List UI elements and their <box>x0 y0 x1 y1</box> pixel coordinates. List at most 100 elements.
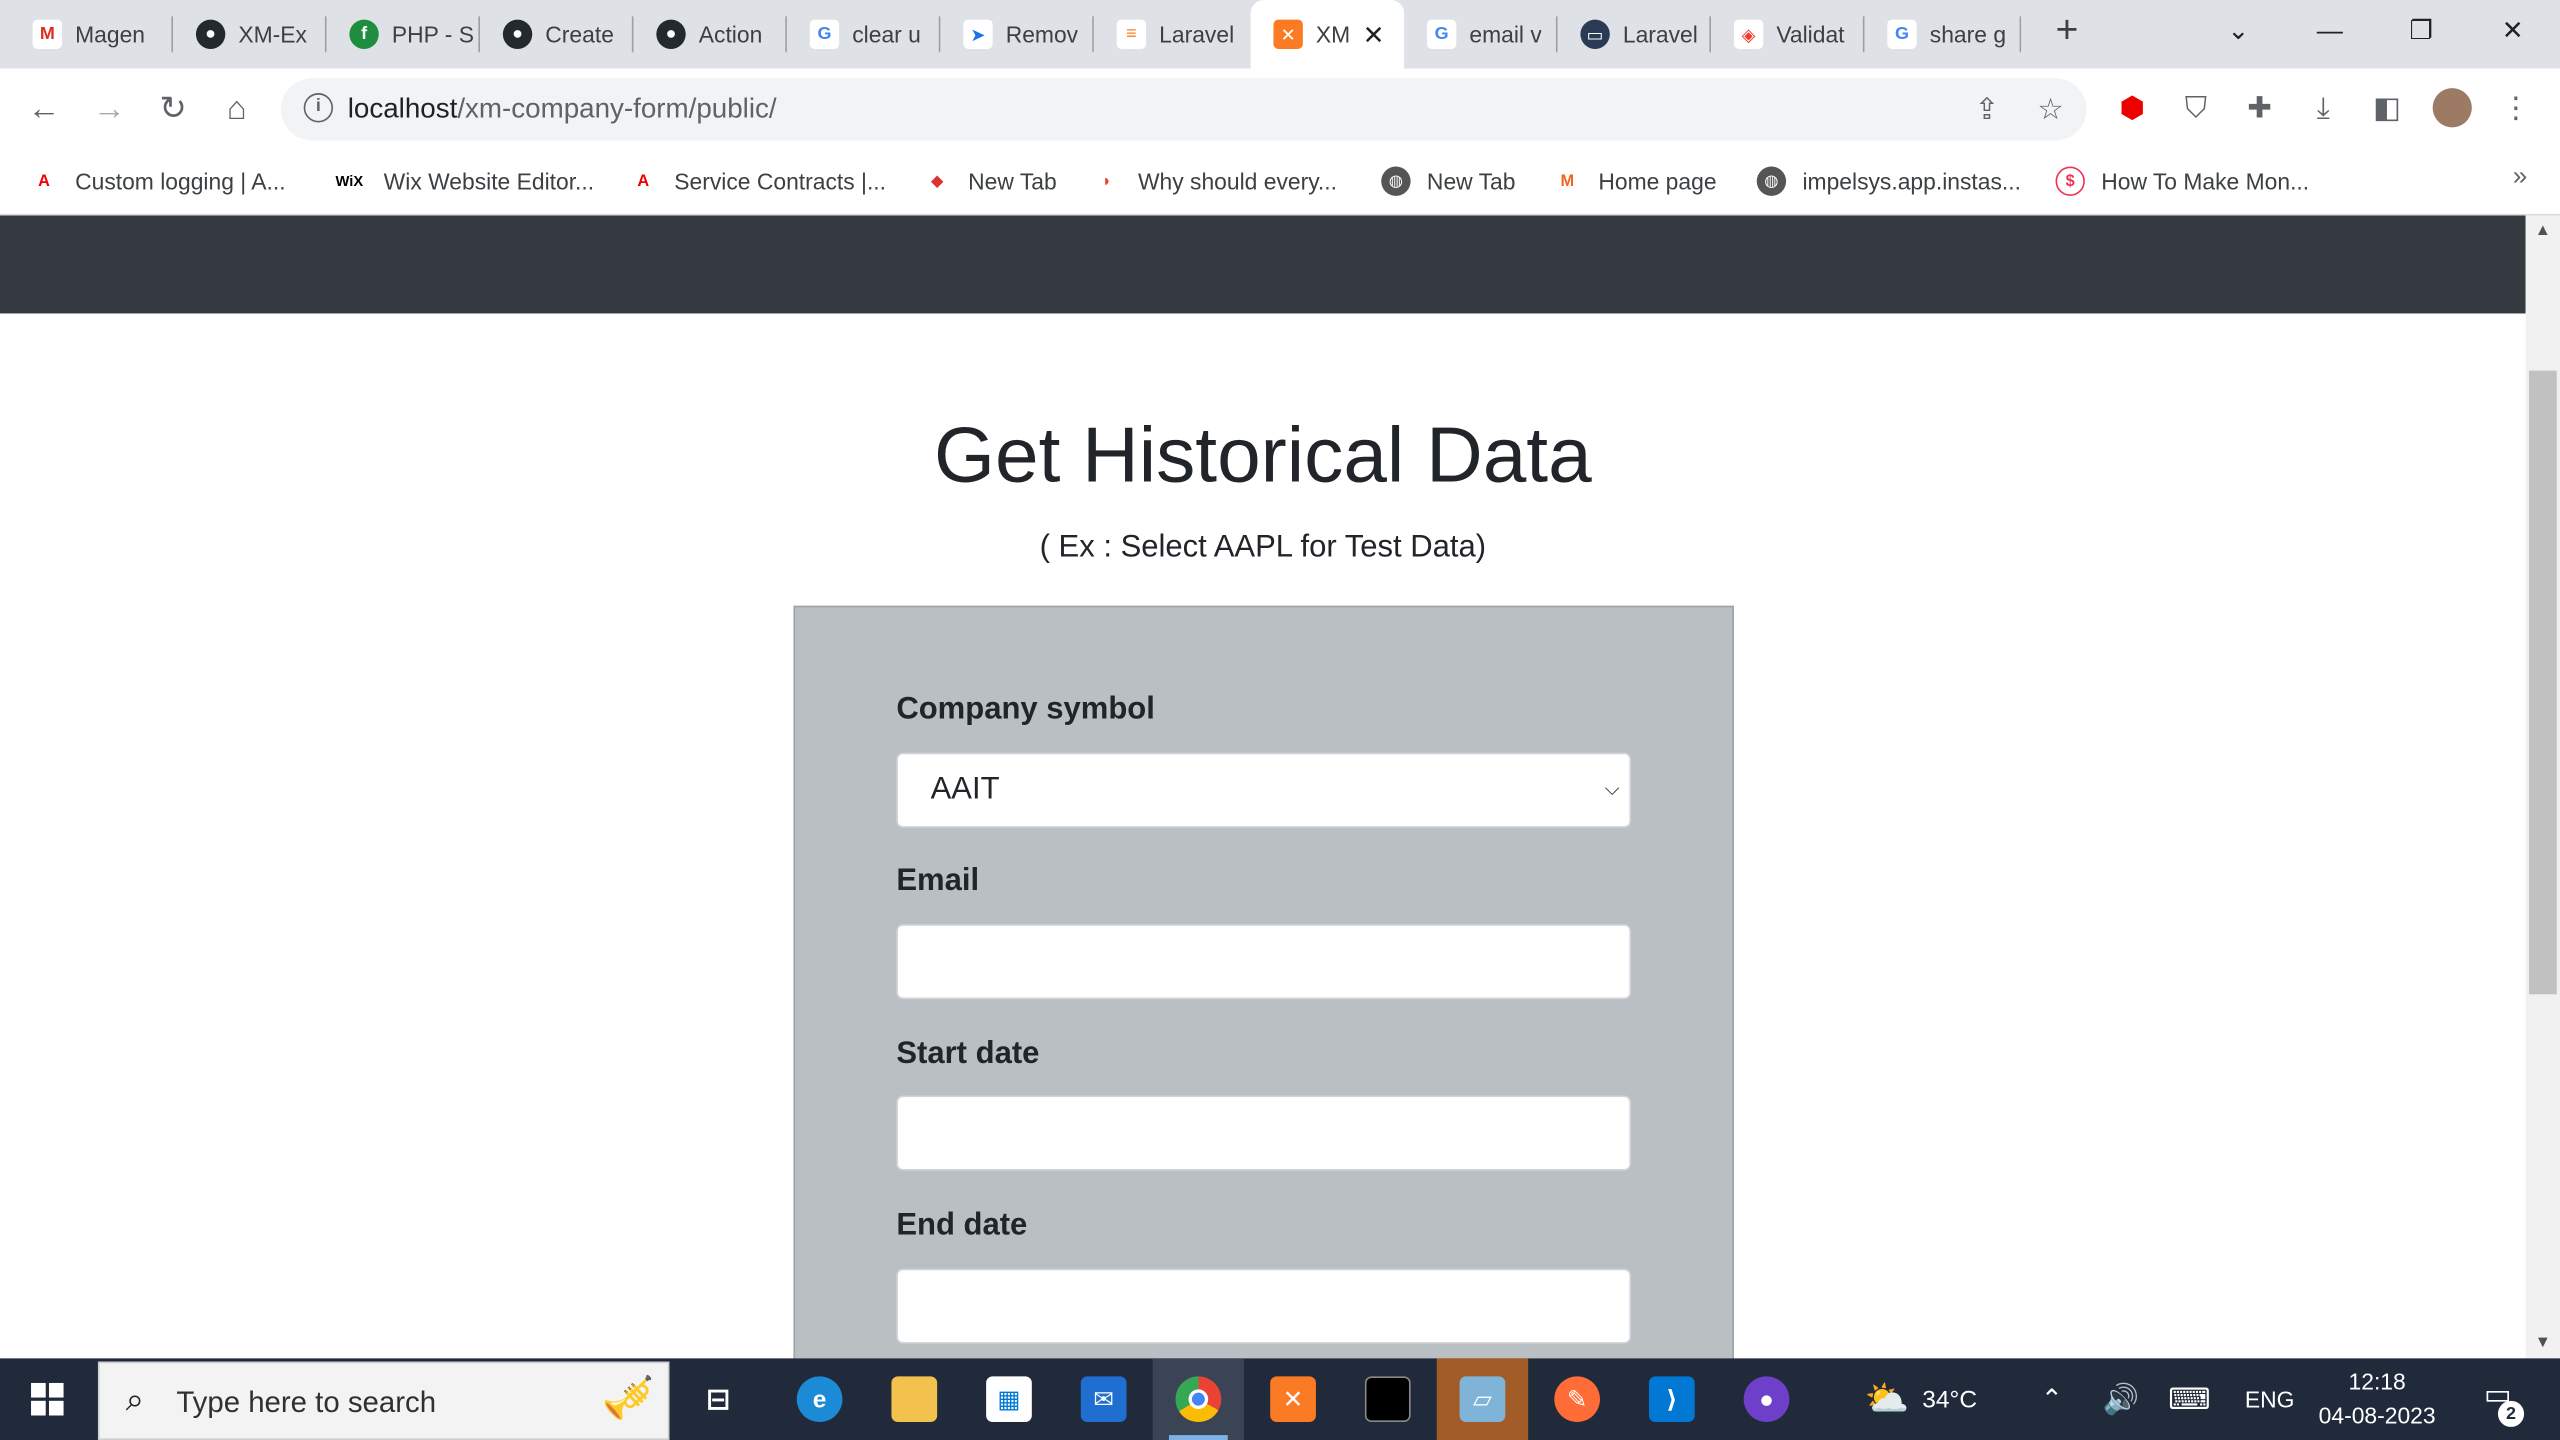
new-tab-icon: ◆ <box>922 166 952 196</box>
scroll-up-icon[interactable]: ▲ <box>2526 222 2560 240</box>
share-icon[interactable]: ⇪ <box>1969 91 2005 127</box>
url-text[interactable]: localhost/xm-company-form/public/ <box>348 93 777 126</box>
xampp-icon: ✕ <box>1273 19 1303 49</box>
github-icon: ● <box>195 19 226 49</box>
page-scrollbar[interactable]: ▲ ▼ <box>2525 215 2560 1359</box>
folder-icon <box>891 1376 938 1423</box>
google-icon: G <box>809 19 840 49</box>
url-path: /xm-company-form/public/ <box>457 93 777 125</box>
tab-13[interactable]: G share g <box>1864 0 2022 69</box>
company-symbol-select[interactable]: AAIT ⌵ <box>896 752 1632 828</box>
close-window-icon[interactable]: ✕ <box>2490 10 2536 56</box>
menu-icon[interactable]: ⋮ <box>2496 88 2535 127</box>
tab-8[interactable]: ≡ Laravel <box>1094 0 1247 69</box>
windows-icon <box>31 1382 64 1416</box>
tab-5[interactable]: ● Action <box>633 0 787 69</box>
notification-center-icon[interactable]: ▭ 2 <box>2475 1378 2525 1427</box>
bookmark-6[interactable]: ◍ New Tab <box>1381 163 1515 199</box>
side-panel-icon[interactable]: ◧ <box>2367 88 2406 127</box>
avatar[interactable] <box>2432 88 2472 128</box>
vscode-icon: ⟩ <box>1648 1376 1695 1423</box>
taskbar-search-box[interactable]: ⌕ Type here to search 🎺 <box>97 1361 670 1440</box>
scroll-down-icon[interactable]: ▼ <box>2526 1334 2560 1352</box>
volume-icon[interactable]: 🔊 <box>2103 1358 2140 1440</box>
taskbar-github-desktop[interactable]: ● <box>1721 1358 1812 1440</box>
trumpet-icon: 🎺 <box>601 1373 655 1423</box>
github-icon: ● <box>1743 1376 1790 1423</box>
bookmark-2[interactable]: WiX Wix Website Editor... <box>331 163 594 199</box>
taskbar-vscode[interactable]: ⟩ <box>1626 1358 1717 1440</box>
bookmark-7[interactable]: M Home page <box>1552 163 1717 199</box>
bookmark-8[interactable]: ◍ impelsys.app.instas... <box>1756 163 2021 199</box>
notepad-icon: ▱ <box>1459 1376 1506 1423</box>
address-bar[interactable]: i localhost/xm-company-form/public/ ⇪ ☆ <box>280 78 2087 141</box>
bookmark-label: impelsys.app.instas... <box>1802 168 2021 195</box>
tab-9-active[interactable]: ✕ XM ✕ <box>1250 0 1405 69</box>
scroll-thumb[interactable] <box>2528 370 2557 995</box>
windows-start-button[interactable] <box>0 1358 95 1440</box>
tab-label: email v <box>1469 21 1542 48</box>
tab-10[interactable]: G email v <box>1404 0 1558 69</box>
tab-2[interactable]: ● XM-Ex <box>173 0 327 69</box>
weather-icon: ⛅ <box>1864 1377 1910 1419</box>
taskbar-notepad[interactable]: ▱ <box>1436 1358 1529 1440</box>
keyboard-icon[interactable]: ⌨ <box>2168 1358 2210 1440</box>
laptop-icon: ▭ <box>1580 19 1610 49</box>
download-icon[interactable]: ⤓ <box>2304 88 2343 127</box>
more-bookmarks-icon[interactable]: » <box>2513 163 2528 192</box>
taskbar-edge[interactable]: e <box>774 1358 865 1440</box>
github-icon: ● <box>656 19 686 49</box>
tab-label: XM <box>1315 21 1351 48</box>
globe-icon: ◍ <box>1381 166 1411 196</box>
restore-icon[interactable]: ❐ <box>2398 10 2444 56</box>
extensions-icon[interactable]: ✚ <box>2240 88 2279 127</box>
tab-label: PHP - S <box>391 21 474 48</box>
bookmark-4[interactable]: ◆ New Tab <box>922 163 1057 199</box>
new-tab-button[interactable]: + <box>2047 11 2086 52</box>
taskbar-sublime[interactable]: ✎ <box>1531 1358 1622 1440</box>
page-content: Get Historical Data ( Ex : Select AAPL f… <box>0 215 2526 1359</box>
taskbar-xampp[interactable]: ✕ <box>1247 1358 1338 1440</box>
bookmark-3[interactable]: A Service Contracts |... <box>628 163 886 199</box>
email-label: Email <box>896 863 980 898</box>
tab-3[interactable]: f PHP - S <box>327 0 480 69</box>
forward-icon[interactable]: → <box>88 88 130 130</box>
tab-12[interactable]: ◈ Validat <box>1711 0 1865 69</box>
tab-1[interactable]: M Magen <box>10 0 174 69</box>
tab-4[interactable]: ● Create <box>480 0 634 69</box>
minimize-icon[interactable]: — <box>2307 10 2353 56</box>
taskbar-mail[interactable]: ✉ <box>1058 1358 1149 1440</box>
reload-icon[interactable]: ↻ <box>152 88 194 130</box>
close-tab-icon[interactable]: ✕ <box>1363 20 1385 53</box>
back-icon[interactable]: ← <box>23 88 65 130</box>
task-view-button[interactable]: ⊟ <box>673 1358 764 1440</box>
adblock-icon[interactable]: ⬢ <box>2113 88 2152 127</box>
tab-7[interactable]: ➤ Remov <box>940 0 1094 69</box>
weather-widget[interactable]: ⛅ 34°C <box>1864 1358 1977 1440</box>
shield-icon[interactable]: ⛉ <box>2176 88 2215 127</box>
tab-11[interactable]: ▭ Laravel <box>1558 0 1712 69</box>
tab-search-icon[interactable]: ⌄ <box>2216 10 2262 56</box>
taskbar-chrome[interactable] <box>1152 1358 1245 1440</box>
tab-label: Laravel <box>1159 21 1235 48</box>
taskbar-file-explorer[interactable] <box>869 1358 960 1440</box>
taskbar-store[interactable]: ▦ <box>963 1358 1054 1440</box>
tab-6[interactable]: G clear u <box>787 0 941 69</box>
home-icon[interactable]: ⌂ <box>216 88 258 130</box>
site-info-icon[interactable]: i <box>303 93 334 123</box>
tab-label: share g <box>1929 21 2007 48</box>
end-date-field[interactable] <box>896 1268 1632 1344</box>
start-date-field[interactable] <box>896 1095 1632 1171</box>
tray-overflow-icon[interactable]: ⌃ <box>2041 1358 2063 1440</box>
tab-label: clear u <box>852 21 921 48</box>
email-field[interactable] <box>896 924 1632 1000</box>
bookmark-9[interactable]: $ How To Make Mon... <box>2055 163 2309 199</box>
bookmark-5[interactable]: ◗ Why should every... <box>1092 163 1337 199</box>
clock[interactable]: 12:18 04-08-2023 <box>2309 1365 2446 1434</box>
bookmark-star-icon[interactable]: ☆ <box>2033 91 2069 127</box>
edge-icon: e <box>796 1376 843 1423</box>
taskbar-terminal[interactable] <box>1342 1358 1433 1440</box>
bookmark-1[interactable]: A Custom logging | A... <box>29 163 286 199</box>
store-icon: ▦ <box>986 1376 1032 1423</box>
language-indicator[interactable]: ENG <box>2245 1358 2295 1440</box>
